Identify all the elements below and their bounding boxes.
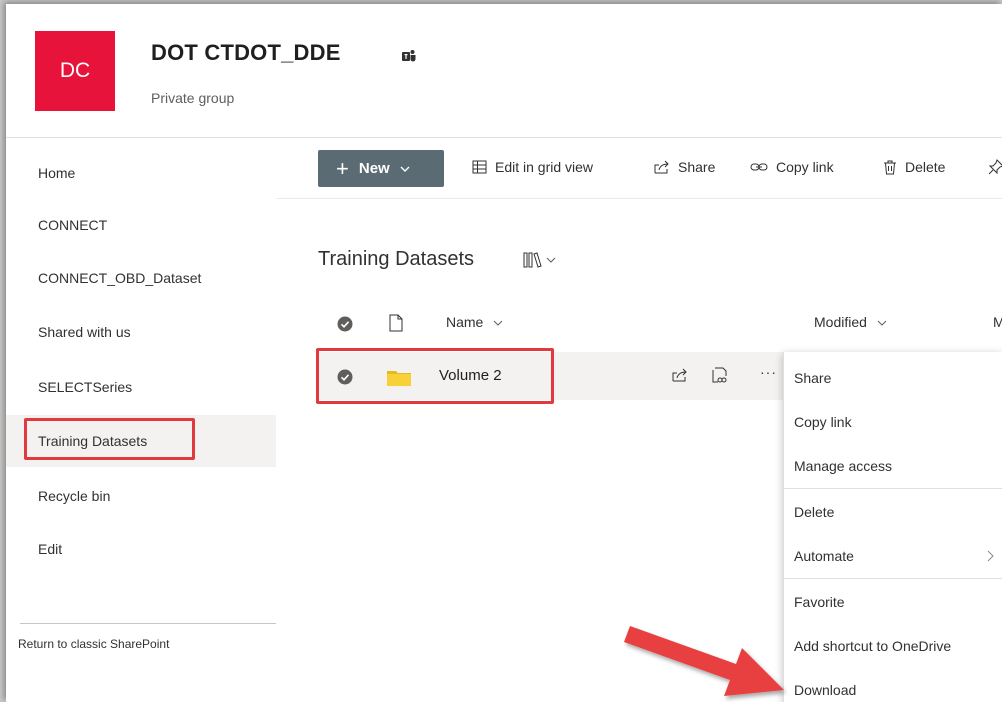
teams-icon[interactable] bbox=[401, 48, 417, 64]
nav-item-label: Recycle bin bbox=[38, 488, 111, 504]
copy-link-button[interactable]: Copy link bbox=[750, 159, 834, 175]
delete-label: Delete bbox=[905, 159, 946, 175]
plus-icon: + bbox=[336, 155, 349, 181]
nav-item-label: SELECTSeries bbox=[38, 379, 133, 395]
context-menu: Share Copy link Manage access Delete Aut… bbox=[783, 352, 1002, 702]
menu-item-manage-access[interactable]: Manage access bbox=[784, 444, 1002, 488]
document-icon bbox=[389, 314, 403, 332]
link-icon bbox=[750, 163, 768, 171]
grid-icon bbox=[472, 160, 487, 174]
annotation-nav-highlight bbox=[24, 418, 195, 460]
column-modified-label: Modified bbox=[814, 314, 867, 330]
column-header-modified[interactable]: Modified bbox=[814, 314, 887, 330]
nav-item-connect-obd-dataset[interactable]: CONNECT_OBD_Dataset bbox=[6, 252, 276, 304]
delete-button[interactable]: Delete bbox=[883, 159, 945, 175]
library-view-button[interactable] bbox=[523, 247, 575, 273]
library-title: Training Datasets bbox=[318, 248, 474, 270]
pin-icon bbox=[988, 159, 1002, 175]
nav-divider bbox=[20, 623, 276, 624]
sharepoint-window: DC DOT CTDOT_DDE Private group Home CONN… bbox=[6, 4, 1002, 702]
menu-item-copy-link[interactable]: Copy link bbox=[784, 400, 1002, 444]
menu-separator bbox=[784, 488, 1002, 489]
pin-button[interactable] bbox=[988, 159, 1002, 175]
share-button[interactable]: Share bbox=[654, 159, 715, 175]
nav-item-connect[interactable]: CONNECT bbox=[6, 199, 276, 251]
menu-item-label: Delete bbox=[794, 504, 835, 520]
menu-item-label: Manage access bbox=[794, 458, 893, 474]
menu-item-label: Share bbox=[794, 370, 832, 386]
menu-separator bbox=[784, 578, 1002, 579]
nav-item-label: CONNECT bbox=[38, 217, 108, 233]
annotation-arrow bbox=[624, 626, 784, 696]
nav-item-recycle-bin[interactable]: Recycle bin bbox=[6, 470, 276, 522]
nav-item-label: Home bbox=[38, 165, 76, 181]
chevron-down-icon bbox=[877, 320, 887, 326]
trash-icon bbox=[884, 160, 896, 174]
nav-item-edit[interactable]: Edit bbox=[6, 523, 276, 575]
chevron-down-icon bbox=[493, 320, 503, 326]
chevron-down-icon bbox=[400, 166, 410, 172]
menu-item-automate[interactable]: Automate bbox=[784, 534, 1002, 578]
edit-grid-view-label: Edit in grid view bbox=[495, 159, 594, 175]
column-name-label: Name bbox=[446, 314, 484, 330]
menu-item-download[interactable]: Download bbox=[784, 668, 1002, 702]
menu-item-favorite[interactable]: Favorite bbox=[784, 580, 1002, 624]
chevron-right-icon bbox=[987, 550, 994, 562]
share-icon bbox=[654, 160, 669, 174]
column-header-modified-by[interactable]: M bbox=[993, 314, 1002, 330]
nav-item-label: Shared with us bbox=[38, 324, 131, 340]
annotation-row-highlight bbox=[316, 348, 554, 404]
nav-item-shared-with-us[interactable]: Shared with us bbox=[6, 306, 276, 358]
share-label: Share bbox=[678, 159, 716, 175]
menu-item-label: Download bbox=[794, 682, 857, 698]
new-button[interactable]: + New bbox=[318, 150, 444, 187]
check-circle-icon[interactable] bbox=[337, 316, 353, 332]
menu-item-label: Automate bbox=[794, 548, 854, 564]
edit-grid-view-button[interactable]: Edit in grid view bbox=[472, 159, 593, 175]
command-bar: + New Edit in grid view Share Copy link … bbox=[276, 139, 1002, 199]
more-icon[interactable]: ··· bbox=[760, 364, 777, 380]
copy-link-label: Copy link bbox=[776, 159, 834, 175]
share-icon[interactable] bbox=[672, 368, 688, 382]
menu-item-label: Add shortcut to OneDrive bbox=[794, 638, 952, 654]
nav-item-home[interactable]: Home bbox=[6, 147, 276, 199]
nav-item-selectseries[interactable]: SELECTSeries bbox=[6, 361, 276, 413]
nav-item-label: Edit bbox=[38, 541, 63, 557]
site-logo[interactable]: DC bbox=[35, 31, 115, 111]
site-logo-initials: DC bbox=[59, 59, 91, 82]
library-view-icon bbox=[523, 252, 556, 268]
site-header: DC DOT CTDOT_DDE Private group bbox=[6, 4, 1002, 138]
menu-item-add-shortcut[interactable]: Add shortcut to OneDrive bbox=[784, 624, 1002, 668]
menu-item-share[interactable]: Share bbox=[784, 356, 1002, 400]
menu-item-label: Copy link bbox=[794, 414, 852, 430]
menu-item-label: Favorite bbox=[794, 594, 845, 610]
copy-link-icon[interactable] bbox=[712, 367, 728, 384]
column-header-name[interactable]: Name bbox=[446, 314, 503, 330]
site-subtitle: Private group bbox=[151, 90, 235, 106]
column-header-row: Name Modified M bbox=[276, 300, 1002, 344]
return-to-classic-link[interactable]: Return to classic SharePoint bbox=[18, 637, 169, 651]
site-title[interactable]: DOT CTDOT_DDE bbox=[151, 40, 341, 66]
nav-item-label: CONNECT_OBD_Dataset bbox=[38, 270, 202, 286]
new-button-label: New bbox=[358, 160, 390, 177]
menu-item-delete[interactable]: Delete bbox=[784, 490, 1002, 534]
